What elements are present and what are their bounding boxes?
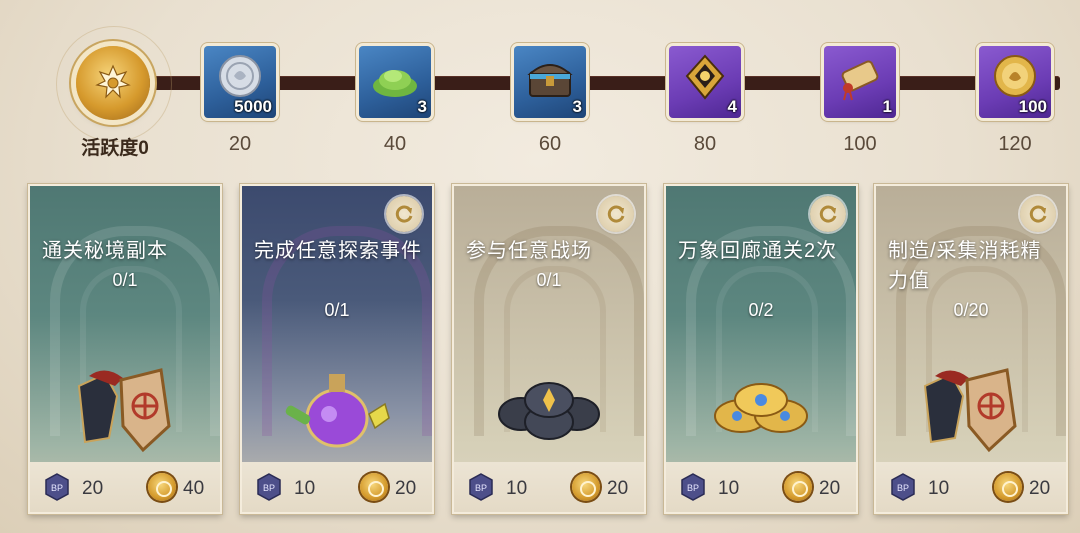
refresh-task-button[interactable] <box>1020 196 1056 232</box>
bp-icon: BP <box>469 473 493 501</box>
activity-reward-value: 20 <box>395 478 417 499</box>
bp-icon: BP <box>257 473 281 501</box>
svg-text:BP: BP <box>475 483 487 493</box>
activity-coin-icon <box>994 473 1022 501</box>
activity-reward-value: 20 <box>607 478 629 499</box>
svg-text:BP: BP <box>263 483 275 493</box>
armor-set-icon <box>77 368 171 453</box>
task-progress: 0/1 <box>112 270 138 290</box>
task-title: 通关秘境副本 <box>42 240 168 262</box>
bp-reward-value: 20 <box>82 478 104 499</box>
activity-coin-icon <box>572 473 600 501</box>
activity-coin-icon <box>148 473 176 501</box>
milestone-quantity: 4 <box>727 97 737 116</box>
bp-icon: BP <box>45 473 69 501</box>
task-title: 万象回廊通关2次 <box>678 240 838 262</box>
activity-reward-value: 20 <box>1029 478 1051 499</box>
activity-coin-icon <box>360 473 388 501</box>
task-title: 制造/采集消耗精力值 <box>888 240 1042 292</box>
activity-label: 活跃度0 <box>81 138 149 159</box>
activity-emblem-icon <box>95 64 131 99</box>
bp-icon: BP <box>681 473 705 501</box>
svg-text:BP: BP <box>51 483 63 493</box>
task-card-battlefield[interactable]: 参与任意战场 0/1 BP 10 20 <box>452 184 646 514</box>
task-card-secret-realm[interactable]: 通关秘境副本 0/1 BP 20 40 <box>28 184 222 514</box>
gold-coins-icon <box>714 383 808 433</box>
task-progress: 0/2 <box>748 300 774 320</box>
milestone-points: 20 <box>228 133 252 155</box>
refresh-task-button[interactable] <box>598 196 634 232</box>
milestone-quantity: 3 <box>417 97 427 116</box>
bp-icon: BP <box>891 473 915 501</box>
herb-pile-icon <box>373 70 417 97</box>
milestone-points: 120 <box>998 133 1032 155</box>
milestone-points: 100 <box>843 133 877 155</box>
milestone-reward-20[interactable]: 5000 <box>204 46 276 118</box>
milestone-points: 80 <box>693 133 717 155</box>
milestone-quantity: 100 <box>1018 97 1047 116</box>
svg-text:BP: BP <box>897 483 909 493</box>
bp-reward-value: 10 <box>718 478 740 499</box>
milestone-reward-120[interactable]: 100 <box>979 46 1051 118</box>
milestone-reward-80[interactable]: 4 <box>669 46 741 118</box>
milestone-reward-40[interactable]: 3 <box>359 46 431 118</box>
treasure-chest-icon <box>527 64 573 97</box>
activity-coin-icon <box>784 473 812 501</box>
activity-progress-track <box>140 76 1060 90</box>
refresh-icon <box>395 205 413 223</box>
task-progress: 0/1 <box>324 300 350 320</box>
armor-set-icon <box>923 368 1017 453</box>
refresh-icon <box>819 205 837 223</box>
activity-reward-value: 40 <box>183 478 205 499</box>
milestone-quantity: 1 <box>882 97 892 116</box>
activity-reward-value: 20 <box>819 478 841 499</box>
milestone-reward-100[interactable]: 1 <box>824 46 896 118</box>
gem-sigil-icon <box>685 54 725 100</box>
milestone-points: 40 <box>383 133 407 155</box>
task-card-corridor[interactable]: 万象回廊通关2次 0/2 BP 10 20 <box>664 184 858 514</box>
task-progress: 0/1 <box>536 270 562 290</box>
refresh-icon <box>607 205 625 223</box>
refresh-task-button[interactable] <box>386 196 422 232</box>
milestone-reward-60[interactable]: 3 <box>514 46 586 118</box>
activity-medal-icon[interactable] <box>56 26 172 142</box>
bp-reward-value: 10 <box>928 478 950 499</box>
svg-text:BP: BP <box>687 483 699 493</box>
scroll-icon <box>841 60 879 101</box>
task-card-crafting[interactable]: 制造/采集消耗精力值 0/20 BP 10 20 <box>874 184 1068 514</box>
milestone-quantity: 3 <box>572 97 582 116</box>
task-title: 完成任意探索事件 <box>254 240 422 262</box>
task-progress: 0/20 <box>953 300 989 320</box>
rune-stones-icon <box>498 382 600 440</box>
bp-reward-value: 10 <box>294 478 316 499</box>
potion-icon <box>285 374 390 448</box>
refresh-task-button[interactable] <box>810 196 846 232</box>
task-card-exploration[interactable]: 完成任意探索事件 0/1 BP 10 20 <box>240 184 434 514</box>
refresh-icon <box>1029 205 1047 223</box>
milestone-points: 60 <box>538 133 562 155</box>
milestone-quantity: 5000 <box>234 97 272 116</box>
bp-reward-value: 10 <box>506 478 528 499</box>
task-title: 参与任意战场 <box>466 240 592 262</box>
